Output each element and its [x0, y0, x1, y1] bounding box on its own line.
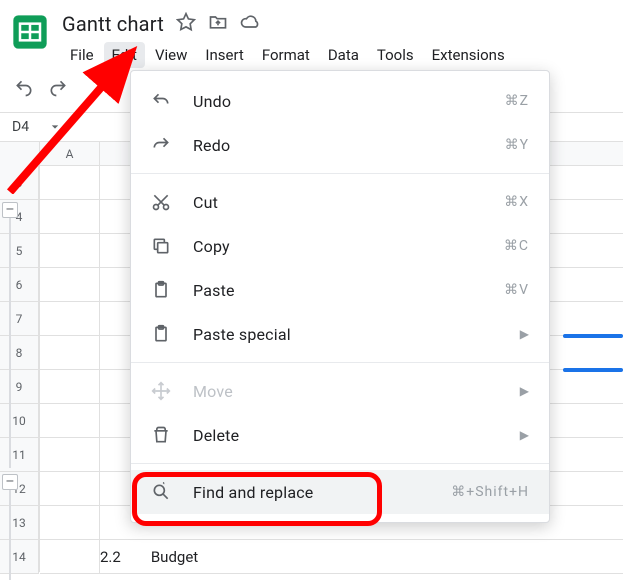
- menu-item-cut[interactable]: Cut ⌘X: [131, 180, 549, 224]
- cell[interactable]: [40, 370, 100, 403]
- menu-extensions[interactable]: Extensions: [424, 42, 513, 68]
- group-toggle[interactable]: –: [2, 474, 18, 490]
- column-header[interactable]: A: [40, 142, 100, 165]
- cell[interactable]: [40, 268, 100, 301]
- cell[interactable]: [40, 540, 100, 573]
- row-header[interactable]: 11: [0, 438, 39, 472]
- row-header[interactable]: 13: [0, 506, 39, 540]
- menu-item-label: Copy: [193, 237, 482, 256]
- menu-insert[interactable]: Insert: [197, 42, 251, 68]
- delete-icon: [151, 425, 171, 445]
- shortcut-label: ⌘X: [504, 194, 529, 210]
- cloud-status-icon[interactable]: [240, 12, 260, 36]
- menu-format[interactable]: Format: [254, 42, 318, 68]
- star-icon[interactable]: [176, 12, 196, 36]
- submenu-arrow-icon: ▶: [520, 327, 529, 341]
- redo-icon: [151, 135, 171, 155]
- menu-item-label: Paste: [193, 281, 482, 300]
- gantt-bar: [563, 334, 623, 338]
- row-header[interactable]: 14: [0, 540, 39, 574]
- menu-item-label: Undo: [193, 92, 483, 111]
- chevron-down-icon: [51, 123, 59, 131]
- copy-icon: [151, 236, 171, 256]
- undo-icon: [151, 91, 171, 111]
- menu-item-label: Delete: [193, 426, 498, 445]
- menu-separator: [131, 362, 549, 363]
- name-box-value: D4: [12, 119, 29, 135]
- menu-item-label: Find and replace: [193, 483, 429, 502]
- paste-icon: [151, 280, 171, 300]
- menu-view[interactable]: View: [147, 42, 195, 68]
- cell[interactable]: [40, 506, 100, 539]
- shortcut-label: ⌘Z: [505, 93, 529, 109]
- gantt-bar: [563, 368, 623, 372]
- redo-button[interactable]: [48, 78, 68, 102]
- row-header[interactable]: 6: [0, 268, 39, 302]
- menu-item-move: Move ▶: [131, 369, 549, 413]
- row-header[interactable]: 7: [0, 302, 39, 336]
- row-header[interactable]: 10: [0, 404, 39, 438]
- menu-item-label: Cut: [193, 193, 482, 212]
- row-header[interactable]: 8: [0, 336, 39, 370]
- menu-data[interactable]: Data: [320, 42, 367, 68]
- document-title[interactable]: Gantt chart: [62, 12, 164, 36]
- cut-icon: [151, 192, 171, 212]
- menu-item-label: Redo: [193, 136, 483, 155]
- cell[interactable]: [40, 472, 100, 505]
- undo-button[interactable]: [14, 78, 34, 102]
- edit-menu-dropdown: Undo ⌘Z Redo ⌘Y Cut ⌘X Copy ⌘C Paste ⌘V Paste spec…: [130, 70, 550, 523]
- submenu-arrow-icon: ▶: [520, 384, 529, 398]
- google-sheets-logo: [10, 12, 50, 52]
- menu-file[interactable]: File: [62, 42, 102, 68]
- menu-item-find-and-replace[interactable]: Find and replace ⌘+Shift+H: [131, 470, 549, 514]
- menubar: File Edit View Insert Format Data Tools …: [62, 42, 513, 68]
- menu-item-delete[interactable]: Delete ▶: [131, 413, 549, 457]
- menu-separator: [131, 463, 549, 464]
- menu-item-undo[interactable]: Undo ⌘Z: [131, 79, 549, 123]
- shortcut-label: ⌘Y: [505, 137, 529, 153]
- shortcut-label: ⌘C: [504, 238, 529, 254]
- menu-item-paste-special[interactable]: Paste special ▶: [131, 312, 549, 356]
- menu-item-label: Paste special: [193, 325, 498, 344]
- cell[interactable]: [40, 404, 100, 437]
- menu-separator: [131, 173, 549, 174]
- submenu-arrow-icon: ▶: [520, 428, 529, 442]
- cell-value: 2.2: [100, 548, 121, 566]
- cell[interactable]: [40, 302, 100, 335]
- paste-icon: [151, 324, 171, 344]
- menu-item-label: Move: [193, 382, 498, 401]
- menu-edit[interactable]: Edit: [104, 42, 145, 68]
- shortcut-label: ⌘+Shift+H: [451, 484, 529, 500]
- shortcut-label: ⌘V: [504, 282, 529, 298]
- cell[interactable]: [40, 336, 100, 369]
- cell[interactable]: [40, 166, 100, 199]
- row-header[interactable]: 3: [0, 166, 39, 200]
- cell[interactable]: [40, 200, 100, 233]
- menu-item-paste[interactable]: Paste ⌘V: [131, 268, 549, 312]
- name-box[interactable]: D4: [12, 119, 59, 135]
- row-header[interactable]: 9: [0, 370, 39, 404]
- group-toggle[interactable]: –: [2, 202, 18, 218]
- row-header[interactable]: 5: [0, 234, 39, 268]
- cell-value: Budget: [151, 548, 198, 566]
- menu-tools[interactable]: Tools: [369, 42, 422, 68]
- move-icon: [151, 381, 171, 401]
- cell[interactable]: [40, 234, 100, 267]
- cell[interactable]: [40, 438, 100, 471]
- find-icon: [151, 482, 171, 502]
- menu-item-copy[interactable]: Copy ⌘C: [131, 224, 549, 268]
- menu-item-redo[interactable]: Redo ⌘Y: [131, 123, 549, 167]
- move-to-folder-icon[interactable]: [208, 12, 228, 36]
